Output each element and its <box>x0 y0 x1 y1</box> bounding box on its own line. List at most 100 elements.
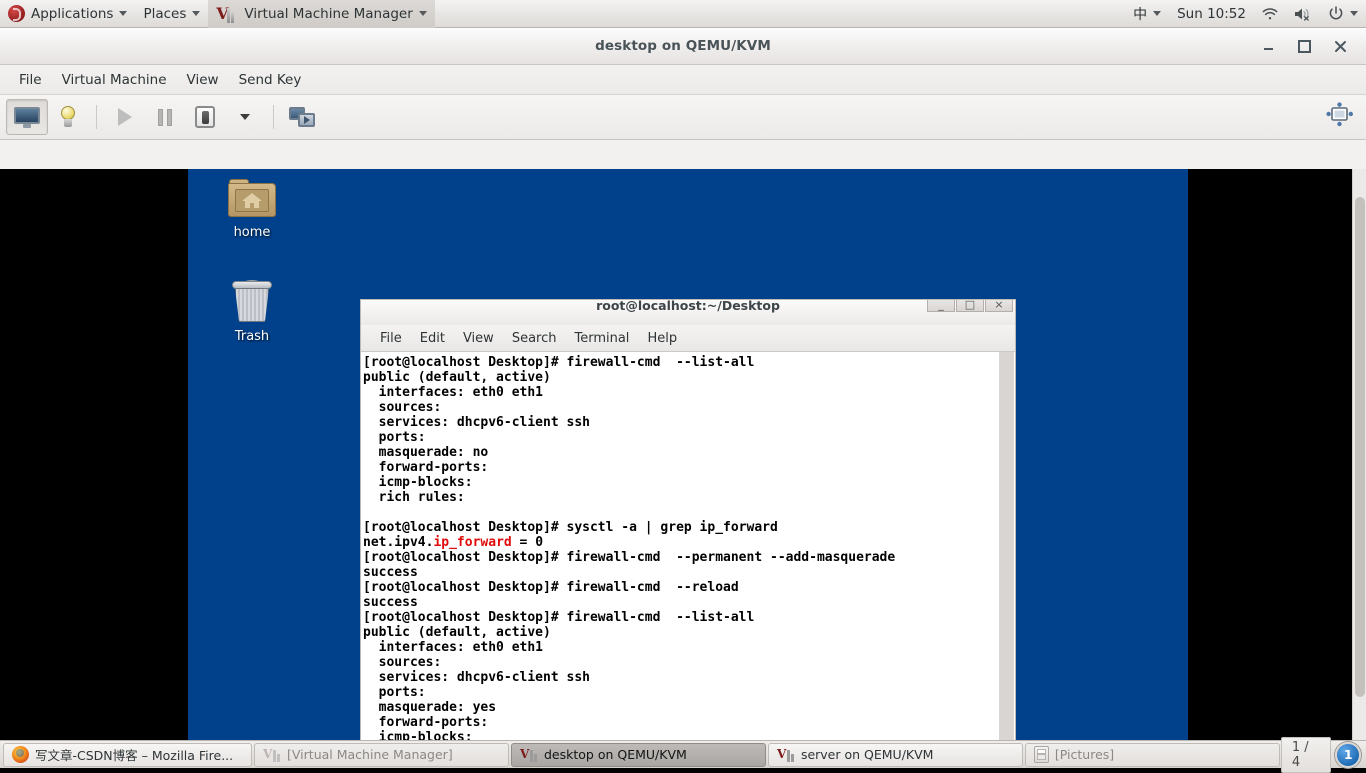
console-scrollbar-thumb[interactable] <box>1355 197 1365 697</box>
gnome-top-panel: Applications Places V Virtual Machine Ma… <box>0 0 1366 28</box>
terminal-menubar: File Edit View Search Terminal Help <box>360 325 1016 352</box>
maximize-button[interactable] <box>1296 38 1312 54</box>
chevron-down-icon <box>1153 11 1162 16</box>
terminal-menu-search[interactable]: Search <box>503 329 566 348</box>
taskbar-item-virtual-machine-manager[interactable]: V [Virtual Machine Manager] <box>254 742 509 767</box>
toolbar-right-area <box>1326 102 1366 132</box>
desktop-icon-label: Trash <box>234 329 270 344</box>
menu-send-key[interactable]: Send Key <box>229 69 312 91</box>
menu-file[interactable]: File <box>9 69 52 91</box>
active-app-menu[interactable]: V Virtual Machine Manager <box>208 0 435 28</box>
volume-indicator[interactable] <box>1286 0 1320 28</box>
pause-icon <box>158 108 172 126</box>
taskbar-item-desktop-vm[interactable]: V desktop on QEMU/KVM <box>510 742 766 767</box>
workspace-indicator[interactable]: 1 <box>1335 741 1361 768</box>
folder-icon <box>1033 746 1049 763</box>
shutdown-icon <box>195 106 215 128</box>
workspace-pager[interactable]: 1 / 4 <box>1280 736 1332 773</box>
input-method-indicator[interactable]: 中 <box>1125 0 1169 28</box>
terminal-output: [root@localhost Desktop]# firewall-cmd -… <box>363 355 896 760</box>
close-button[interactable] <box>1332 38 1348 54</box>
toolbar-separator <box>273 105 274 129</box>
taskbar-item-server-vm[interactable]: V server on QEMU/KVM <box>767 742 1023 767</box>
show-details-button[interactable] <box>48 100 88 134</box>
places-menu-label: Places <box>143 5 187 22</box>
applications-menu-label: Applications <box>31 5 114 22</box>
terminal-menu-terminal[interactable]: Terminal <box>565 329 638 348</box>
desktop-icon-label: home <box>233 225 271 240</box>
shutdown-button[interactable] <box>185 100 225 134</box>
chevron-down-icon <box>240 114 250 120</box>
taskbar-item-label: [Virtual Machine Manager] <box>287 747 453 762</box>
taskbar-status-area: 1 / 4 1 <box>1280 736 1364 773</box>
desktop-icon-home[interactable]: home <box>210 179 294 240</box>
guest-console-viewport[interactable]: home Trash root@localhost:~/Desktop _ □ … <box>0 169 1352 768</box>
chevron-down-icon <box>119 11 128 16</box>
clock-label: Sun 10:52 <box>1177 5 1246 22</box>
fullscreen-icon <box>289 106 315 128</box>
show-console-button[interactable] <box>6 99 48 135</box>
virtual-machine-manager-icon: V <box>777 747 795 762</box>
taskbar-item-pictures[interactable]: [Pictures] <box>1024 742 1280 767</box>
system-menu[interactable] <box>1320 0 1366 28</box>
virtual-machine-manager-icon: V <box>520 747 538 762</box>
pause-button[interactable] <box>145 100 185 134</box>
terminal-scrollbar[interactable] <box>999 352 1014 768</box>
menu-view[interactable]: View <box>177 69 229 91</box>
terminal-menu-help[interactable]: Help <box>638 329 686 348</box>
minimize-button[interactable] <box>1260 38 1276 54</box>
taskbar-item-label: desktop on QEMU/KVM <box>543 747 687 762</box>
terminal-body[interactable]: [root@localhost Desktop]# firewall-cmd -… <box>360 352 1016 768</box>
vmm-window-title: desktop on QEMU/KVM <box>595 38 771 54</box>
virt-manager-window: desktop on QEMU/KVM File Virtual Machine… <box>0 28 1366 768</box>
chevron-down-icon <box>418 11 427 16</box>
trash-icon <box>230 279 274 325</box>
terminal-titlebar: root@localhost:~/Desktop _ □ × <box>360 299 1016 325</box>
chevron-down-icon <box>1350 11 1358 16</box>
volume-muted-icon <box>1294 7 1312 21</box>
virtual-machine-manager-icon: V <box>263 747 281 762</box>
vmm-menubar: File Virtual Machine View Send Key <box>0 65 1366 95</box>
terminal-menu-edit[interactable]: Edit <box>411 329 454 348</box>
ime-label: 中 <box>1133 6 1148 23</box>
applications-menu[interactable]: Applications <box>0 0 135 28</box>
chevron-down-icon <box>192 11 201 16</box>
menu-virtual-machine[interactable]: Virtual Machine <box>52 69 177 91</box>
fullscreen-button[interactable] <box>282 100 322 134</box>
home-folder-icon <box>228 179 276 221</box>
places-menu[interactable]: Places <box>135 0 208 28</box>
console-scaling-icon[interactable] <box>1326 102 1354 132</box>
monitor-icon <box>14 106 40 128</box>
vmm-toolbar <box>0 95 1366 140</box>
window-controls <box>1260 28 1360 64</box>
terminal-close-button[interactable]: × <box>985 300 1013 312</box>
toolbar-separator <box>96 105 97 129</box>
window-list-taskbar: 写文章-CSDN博客 – Mozilla Fire... V [Virtual … <box>0 736 1366 773</box>
lightbulb-icon <box>59 106 77 128</box>
firefox-icon <box>12 746 29 763</box>
terminal-menu-view[interactable]: View <box>454 329 503 348</box>
fedora-logo-icon <box>8 5 25 22</box>
terminal-menu-file[interactable]: File <box>371 329 411 348</box>
terminal-window-controls: _ □ × <box>927 300 1013 312</box>
taskbar-item-label: server on QEMU/KVM <box>800 747 934 762</box>
terminal-minimize-button[interactable]: _ <box>927 300 955 312</box>
top-panel-status-area: 中 Sun 10:52 <box>1125 0 1366 28</box>
network-indicator[interactable] <box>1254 0 1286 28</box>
console-vertical-scrollbar[interactable] <box>1352 169 1366 768</box>
shutdown-dropdown-button[interactable] <box>225 100 265 134</box>
taskbar-item-label: 写文章-CSDN博客 – Mozilla Fire... <box>35 748 234 763</box>
desktop-icon-trash[interactable]: Trash <box>210 279 294 344</box>
gnome-terminal-window: root@localhost:~/Desktop _ □ × File Edit… <box>360 299 1016 768</box>
play-icon <box>118 108 132 126</box>
taskbar-item-firefox[interactable]: 写文章-CSDN博客 – Mozilla Fire... <box>3 742 253 767</box>
wifi-icon <box>1262 7 1278 21</box>
virtual-machine-manager-icon: V <box>216 5 238 23</box>
taskbar-item-label: [Pictures] <box>1054 747 1115 762</box>
terminal-maximize-button[interactable]: □ <box>956 300 984 312</box>
clock[interactable]: Sun 10:52 <box>1169 0 1254 28</box>
screen-root: Applications Places V Virtual Machine Ma… <box>0 0 1366 773</box>
run-button[interactable] <box>105 100 145 134</box>
terminal-window-title: root@localhost:~/Desktop <box>596 299 780 313</box>
active-app-label: Virtual Machine Manager <box>244 5 413 22</box>
